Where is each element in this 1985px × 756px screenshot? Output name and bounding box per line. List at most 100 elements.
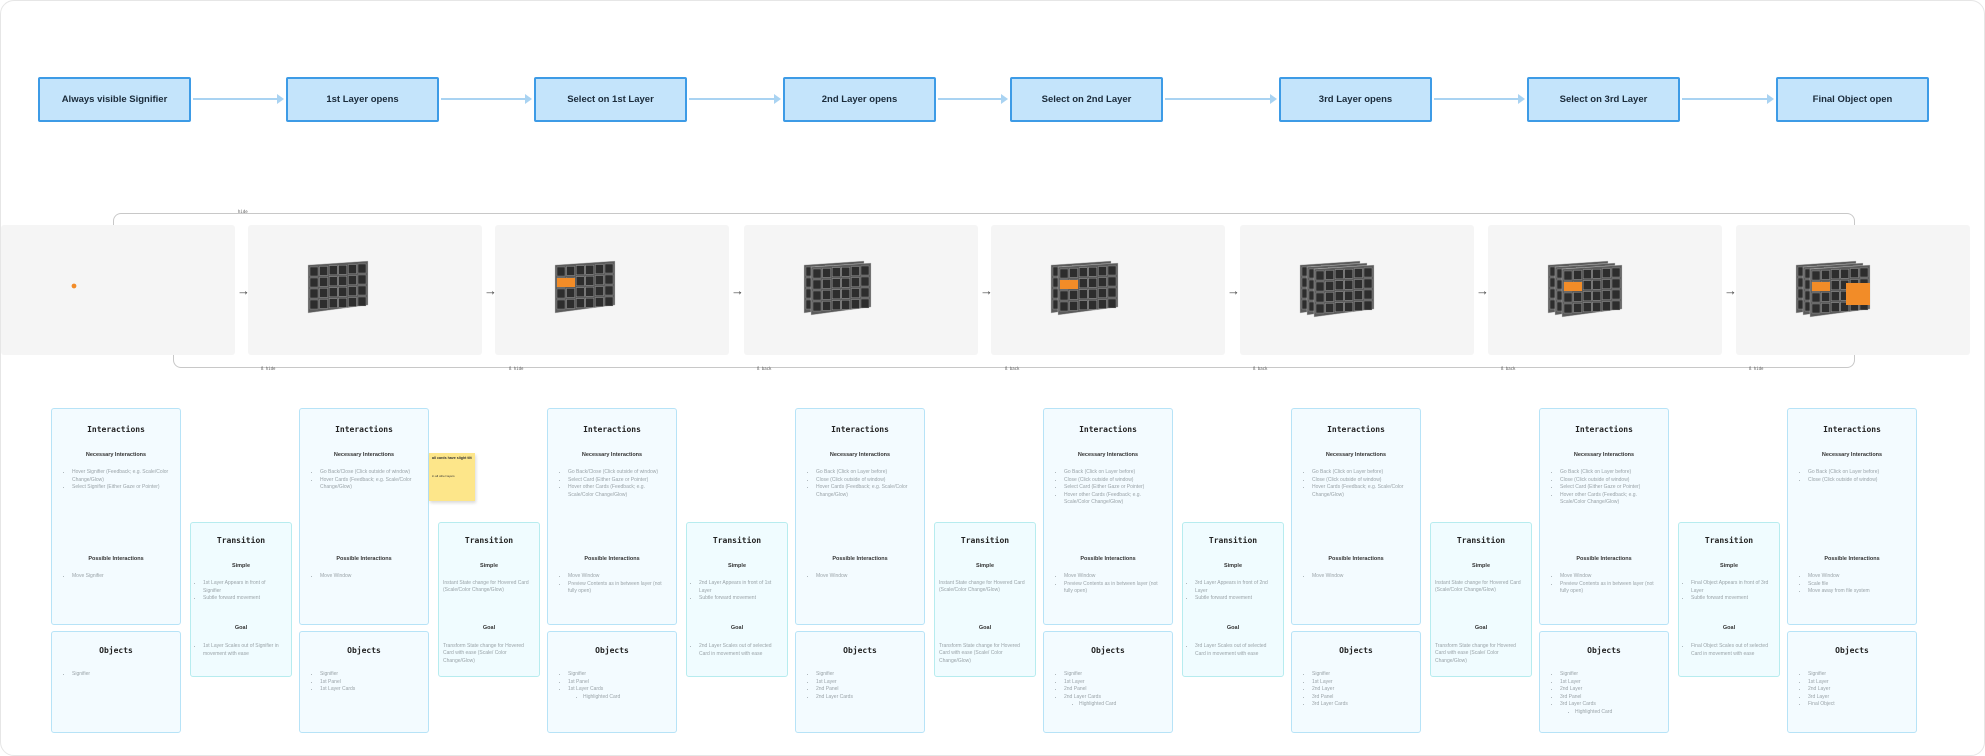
objects-list: Signifier1st Panel1st Layer CardsHighlig… — [562, 671, 668, 701]
interactions-title: Interactions — [1327, 425, 1385, 434]
state-screenshot-2[interactable] — [248, 225, 482, 355]
object-item: 1st Panel — [320, 679, 420, 687]
object-item: 1st Layer — [1064, 679, 1164, 687]
screenshot-graphic — [803, 260, 872, 316]
possible-list: Move WindowPreview Contents as in betwee… — [562, 573, 668, 596]
objects-title: Objects — [99, 646, 133, 655]
simple-text: Instant State change for Hovered Card (S… — [443, 580, 529, 594]
flow-node-5[interactable]: Select on 2nd Layer — [1010, 77, 1163, 122]
interactions-card-3: Interactions Necessary Interactions Go Bac… — [547, 408, 677, 625]
loop-bottom-label: ß back — [1501, 366, 1516, 371]
screenshot-graphic — [1547, 260, 1623, 318]
necessary-heading: Necessary Interactions — [85, 452, 147, 458]
list-item: Go Back (Click on Layer before) — [1560, 469, 1660, 477]
transition-card-2: Transition Simple Instant State change for… — [438, 522, 540, 677]
object-item: 3rd Layer Cards — [1312, 701, 1412, 709]
transition-title: Transition — [464, 536, 514, 545]
list-item: Select Card (Either Gaze or Pointer) — [568, 477, 668, 485]
panel-layer-3 — [1561, 264, 1623, 318]
transition-title: Transition — [960, 536, 1010, 545]
simple-heading: Simple — [1223, 563, 1243, 569]
list-item: Close (Click outside of window) — [1064, 477, 1164, 485]
interactions-card-7: Interactions Necessary Interactions Go Bac… — [1539, 408, 1669, 625]
state-screenshot-4[interactable] — [744, 225, 978, 355]
state-screenshot-1[interactable] — [1, 225, 235, 355]
list-item: Select Signifier (Either Gaze or Pointer… — [72, 484, 172, 492]
list-item: Hover other Cards (Feedback; e.g. Scale/… — [1560, 492, 1660, 507]
interactions-title: Interactions — [1823, 425, 1881, 434]
necessary-heading: Necessary Interactions — [581, 452, 643, 458]
possible-heading: Possible Interactions — [1824, 556, 1880, 562]
sticky-note[interactable]: all cards have slight tilt in all other … — [429, 453, 475, 501]
possible-heading: Possible Interactions — [584, 556, 640, 562]
simple-text: Instant State change for Hovered Card (S… — [1435, 580, 1521, 594]
objects-title: Objects — [1339, 646, 1373, 655]
goal-heading: Goal — [1722, 625, 1736, 631]
loop-bottom-label: ß hide — [261, 366, 276, 371]
highlighted-card — [1812, 282, 1830, 291]
simple-heading: Simple — [1719, 563, 1739, 569]
state-screenshot-3[interactable] — [495, 225, 729, 355]
simple-heading: Simple — [975, 563, 995, 569]
object-item: 1st Layer — [816, 679, 916, 687]
list-item: Go Back (Click on Layer before) — [1808, 469, 1908, 477]
screenshot-graphic — [554, 260, 616, 314]
flow-node-8[interactable]: Final Object open — [1776, 77, 1929, 122]
state-screenshot-5[interactable] — [991, 225, 1225, 355]
transition-card-6: Transition Simple Instant State change for… — [1430, 522, 1532, 677]
object-subitem: Highlighted Card — [1072, 701, 1164, 709]
flow-node-2[interactable]: 1st Layer opens — [286, 77, 439, 122]
sticky-note-text: all cards have slight tilt — [432, 456, 472, 460]
list-item: Hover Cards (Feedback; e.g. Scale/Color … — [1312, 484, 1412, 499]
state-screenshot-6[interactable] — [1240, 225, 1474, 355]
object-subitem: Highlighted Card — [1568, 709, 1660, 717]
simple-heading: Simple — [231, 563, 251, 569]
object-item: Signifier — [816, 671, 916, 679]
possible-list: Move WindowScale fileMove away from file… — [1802, 573, 1908, 596]
panel-layer-1 — [307, 260, 369, 314]
transition-card-7: Transition Simple Final Object Appears in … — [1678, 522, 1780, 677]
transition-card-5: Transition Simple 3rd Layer Appears in fro… — [1182, 522, 1284, 677]
list-item: 3rd Layer Appears in front of 2nd Layer — [1195, 580, 1275, 595]
flow-connector-arrow — [1434, 94, 1525, 104]
flow-node-3[interactable]: Select on 1st Layer — [534, 77, 687, 122]
panel-layer-3 — [1313, 264, 1375, 318]
flow-node-6[interactable]: 3rd Layer opens — [1279, 77, 1432, 122]
object-item: 3rd Panel — [1560, 694, 1660, 702]
goal-list: 1st Layer Scales out of Signifier in mov… — [197, 643, 283, 658]
state-screenshot-8[interactable] — [1736, 225, 1970, 355]
flow-node-4[interactable]: 2nd Layer opens — [783, 77, 936, 122]
transition-card-1: Transition Simple 1st Layer Appears in fro… — [190, 522, 292, 677]
panel-layer-2 — [1057, 262, 1119, 316]
interactions-card-4: Interactions Necessary Interactions Go Bac… — [795, 408, 925, 625]
signifier-dot — [71, 283, 77, 289]
goal-text: Transform State change for Hovered Card … — [1435, 643, 1516, 664]
possible-list: Move Signifier — [66, 573, 172, 581]
transition-title: Transition — [216, 536, 266, 545]
screenshot-graphic — [1795, 260, 1871, 318]
objects-card-1: Objects Signifier — [51, 631, 181, 733]
simple-list: 3rd Layer Appears in front of 2nd LayerS… — [1189, 580, 1275, 603]
flow-node-1[interactable]: Always visible Signifier — [38, 77, 191, 122]
transition-card-4: Transition Simple Instant State change for… — [934, 522, 1036, 677]
list-item: Subtle forward movement — [203, 595, 283, 603]
list-item: Move Window — [320, 573, 420, 581]
loop-bottom-label: ß back — [1253, 366, 1268, 371]
panel-layer-2 — [810, 262, 872, 316]
transition-title: Transition — [712, 536, 762, 545]
loop-top-label: hide — [238, 209, 248, 214]
flow-node-7[interactable]: Select on 3rd Layer — [1527, 77, 1680, 122]
necessary-heading: Necessary Interactions — [1325, 452, 1387, 458]
goal-text: Transform State change for Hovered Card … — [443, 643, 524, 664]
objects-list: Signifier1st Panel1st Layer Cards — [314, 671, 420, 694]
list-item: Move Window — [1064, 573, 1164, 581]
objects-title: Objects — [595, 646, 629, 655]
simple-list: 2nd Layer Appears in front of 1st LayerS… — [693, 580, 779, 603]
object-item: 1st Layer — [1312, 679, 1412, 687]
highlighted-card — [557, 278, 575, 287]
state-screenshot-7[interactable] — [1488, 225, 1722, 355]
objects-title: Objects — [347, 646, 381, 655]
object-item: 2nd Layer — [1560, 686, 1660, 694]
necessary-heading: Necessary Interactions — [1573, 452, 1635, 458]
objects-list: Signifier1st Layer2nd Layer3rd Panel3rd … — [1554, 671, 1660, 717]
